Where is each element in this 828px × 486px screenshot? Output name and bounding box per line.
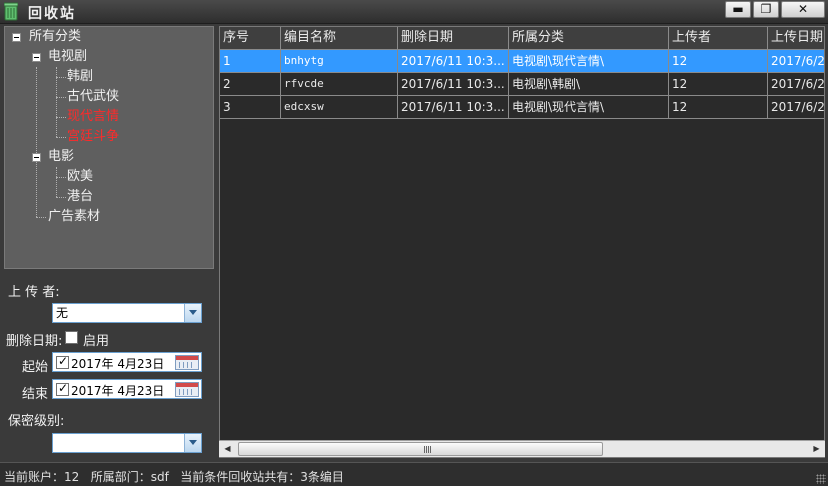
tree-node-hk-tw[interactable]: 港台	[67, 187, 93, 207]
cell-uploaded: 2017/6/2	[768, 50, 824, 73]
column-header-uploaded[interactable]: 上传日期	[768, 27, 824, 50]
column-header-deleted[interactable]: 删除日期	[398, 27, 509, 50]
tree-node-wuxia[interactable]: 古代武侠	[67, 87, 119, 107]
chevron-down-icon[interactable]	[184, 434, 201, 452]
uploader-select-value: 无	[56, 306, 69, 320]
scroll-right-icon[interactable]: ▶	[808, 441, 825, 457]
end-date-picker[interactable]: 2017年 4月23日	[52, 379, 202, 399]
cell-uploader: 12	[669, 73, 768, 96]
security-label: 保密级别:	[8, 414, 65, 429]
cell-name: edcxsw	[281, 96, 398, 119]
tree-connector	[56, 197, 66, 198]
tree-node-korean-drama[interactable]: 韩剧	[67, 67, 93, 87]
horizontal-scrollbar[interactable]: ◀ ▶	[219, 440, 825, 457]
cell-uploader: 12	[669, 96, 768, 119]
enable-label: 启用	[83, 334, 110, 349]
tree-connector	[56, 117, 66, 118]
tree-connector	[56, 97, 66, 98]
tree-node-root[interactable]: 所有分类	[29, 27, 81, 47]
cell-no: 2	[220, 73, 281, 96]
tree-connector	[56, 177, 66, 178]
scrollbar-thumb[interactable]	[238, 442, 603, 456]
tree-node-movie[interactable]: 电影	[48, 147, 74, 167]
end-label: 结束	[22, 387, 49, 402]
column-header-category[interactable]: 所属分类	[509, 27, 669, 50]
status-text: 当前账户：12 所属部门：sdf 当前条件回收站共有：3条编目	[4, 470, 344, 484]
category-tree: 所有分类 电视剧 韩剧 古代武侠 现代言情 宫廷斗争 电影 欧美 港台 广告素材	[4, 26, 214, 269]
uploader-select[interactable]: 无	[52, 303, 202, 323]
cell-no: 1	[220, 50, 281, 73]
column-header-no[interactable]: 序号	[220, 27, 281, 50]
cell-uploader: 12	[669, 50, 768, 73]
tree-node-palace[interactable]: 宫廷斗争	[67, 127, 119, 147]
tree-connector	[56, 137, 66, 138]
cell-no: 3	[220, 96, 281, 119]
close-button[interactable]: ✕	[781, 1, 825, 18]
calendar-icon[interactable]	[175, 382, 199, 397]
tree-node-ads[interactable]: 广告素材	[48, 207, 100, 227]
column-header-uploader[interactable]: 上传者	[669, 27, 768, 50]
minimize-button[interactable]: ▬	[725, 1, 751, 18]
cell-category: 电视剧\现代言情\	[509, 96, 669, 119]
enable-delete-date-checkbox[interactable]	[65, 331, 78, 344]
end-date-checkbox[interactable]	[56, 381, 69, 396]
column-header-name[interactable]: 编目名称	[281, 27, 398, 50]
recycle-bin-icon	[4, 2, 18, 21]
cell-category: 电视剧\韩剧\	[509, 73, 669, 96]
cell-category: 电视剧\现代言情\	[509, 50, 669, 73]
title-bar: 回收站 ▬ ❐ ✕	[0, 0, 828, 24]
start-date-value: 2017年 4月23日	[71, 357, 165, 371]
start-date-picker[interactable]: 2017年 4月23日	[52, 352, 202, 372]
cell-deleted: 2017/6/11 10:3...	[398, 73, 509, 96]
recycle-grid: 序号 编目名称 删除日期 所属分类 上传者 上传日期 1 bnhytg 2017…	[219, 26, 825, 458]
cell-name: bnhytg	[281, 50, 398, 73]
cell-deleted: 2017/6/11 10:3...	[398, 50, 509, 73]
tree-connector	[36, 67, 37, 217]
status-bar: 当前账户：12 所属部门：sdf 当前条件回收站共有：3条编目	[0, 462, 828, 486]
cell-uploaded: 2017/6/2	[768, 73, 824, 96]
tree-node-western[interactable]: 欧美	[67, 167, 93, 187]
cell-uploaded: 2017/6/2	[768, 96, 824, 119]
cell-name: rfvcde	[281, 73, 398, 96]
cell-deleted: 2017/6/11 10:3...	[398, 96, 509, 119]
tree-connector	[56, 77, 66, 78]
uploader-label: 上 传 者:	[8, 285, 60, 300]
tree-connector	[56, 167, 57, 197]
end-date-value: 2017年 4月23日	[71, 384, 165, 398]
resize-grip-icon[interactable]	[816, 474, 826, 484]
calendar-icon[interactable]	[175, 355, 199, 370]
maximize-button[interactable]: ❐	[753, 1, 779, 18]
chevron-down-icon[interactable]	[184, 304, 201, 322]
start-date-checkbox[interactable]	[56, 354, 69, 369]
delete-date-label: 删除日期:	[6, 334, 63, 349]
tree-connector	[36, 217, 46, 218]
window-title: 回收站	[28, 6, 76, 22]
collapse-icon[interactable]	[12, 33, 21, 42]
tree-node-modern-romance[interactable]: 现代言情	[67, 107, 119, 127]
collapse-icon[interactable]	[32, 153, 41, 162]
start-label: 起始	[22, 360, 49, 375]
grip-icon	[424, 446, 432, 453]
security-select[interactable]	[52, 433, 202, 453]
tree-node-tv[interactable]: 电视剧	[48, 47, 87, 67]
scroll-left-icon[interactable]: ◀	[219, 441, 236, 457]
collapse-icon[interactable]	[32, 53, 41, 62]
